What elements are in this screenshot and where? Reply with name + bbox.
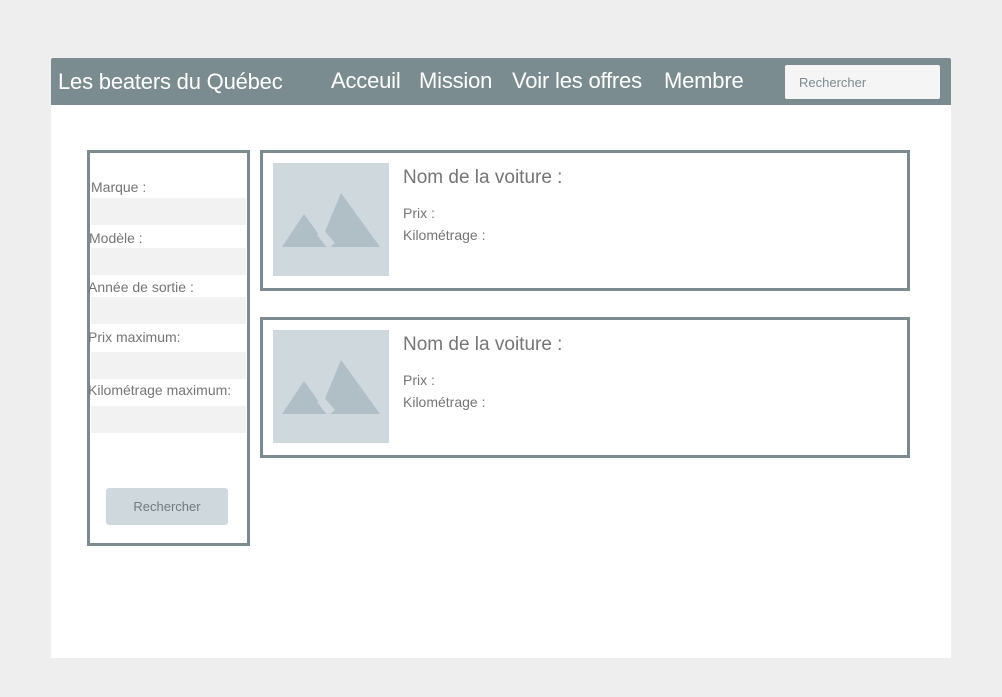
site-brand[interactable]: Les beaters du Québec — [58, 69, 283, 95]
car-price-label: Prix : — [403, 372, 435, 388]
modele-label: Modèle : — [89, 230, 143, 246]
marque-field[interactable] — [91, 198, 246, 225]
prix-maximum-field[interactable] — [91, 352, 246, 379]
kilometrage-maximum-field[interactable] — [91, 406, 246, 433]
nav-link-voir-les-offres[interactable]: Voir les offres — [512, 68, 642, 94]
car-name-label: Nom de la voiture : — [403, 167, 563, 188]
car-kilometrage-label: Kilométrage : — [403, 394, 486, 410]
annee-label: Année de sortie : — [88, 279, 194, 295]
prix-maximum-label: Prix maximum: — [88, 329, 181, 345]
filter-panel: Marque : Modèle : Année de sortie : Prix… — [87, 150, 250, 546]
annee-field[interactable] — [91, 297, 246, 324]
modele-field[interactable] — [91, 248, 246, 275]
car-image-placeholder — [273, 163, 389, 276]
car-card[interactable]: Nom de la voiture : Prix : Kilométrage : — [260, 150, 910, 291]
car-name-label: Nom de la voiture : — [403, 334, 563, 355]
kilometrage-maximum-label: Kilométrage maximum: — [88, 382, 232, 398]
filter-search-button[interactable]: Rechercher — [106, 488, 228, 525]
marque-label: Marque : — [91, 179, 147, 195]
search-input[interactable] — [785, 65, 940, 99]
car-card[interactable]: Nom de la voiture : Prix : Kilométrage : — [260, 317, 910, 458]
car-kilometrage-label: Kilométrage : — [403, 227, 486, 243]
page-container: Les beaters du Québec Acceuil Mission Vo… — [51, 58, 951, 658]
nav-link-mission[interactable]: Mission — [419, 68, 492, 94]
top-navbar: Les beaters du Québec Acceuil Mission Vo… — [51, 58, 951, 105]
image-placeholder-icon — [282, 193, 380, 249]
image-placeholder-icon — [282, 360, 380, 416]
car-image-placeholder — [273, 330, 389, 443]
nav-link-membre[interactable]: Membre — [664, 68, 744, 94]
car-price-label: Prix : — [403, 205, 435, 221]
nav-link-accueil[interactable]: Acceuil — [331, 68, 401, 94]
